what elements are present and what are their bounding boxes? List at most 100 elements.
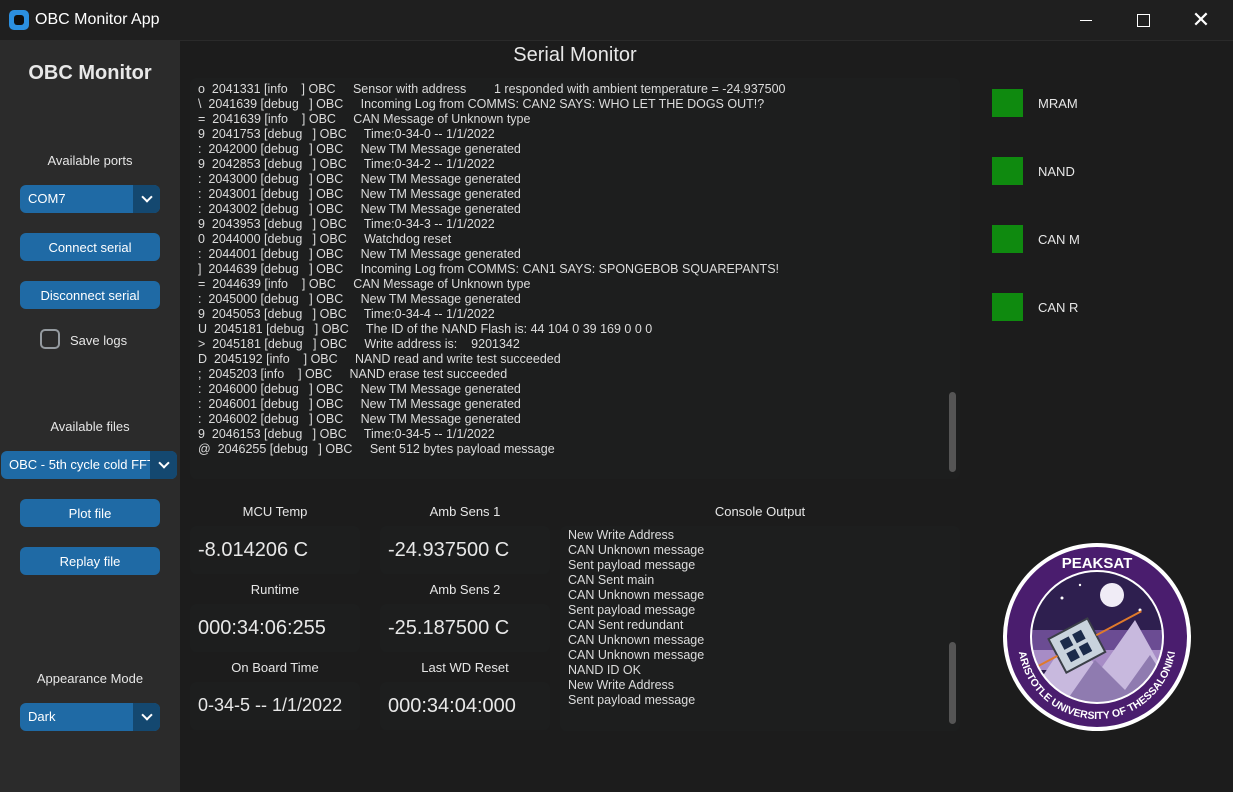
minimize-icon [1080,19,1092,21]
console-line: CAN Sent redundant [568,618,684,632]
amb-sens-1-value: -24.937500 C [388,539,510,561]
serial-log-line: ] 2044639 [debug ] OBC Incoming Log from… [198,262,780,276]
console-line: CAN Unknown message [568,648,705,662]
file-select[interactable]: OBC - 5th cycle cold FFT [1,451,177,479]
maximize-button[interactable] [1120,0,1166,40]
connect-serial-button[interactable]: Connect serial [20,233,160,261]
ports-label: Available ports [47,153,133,168]
console-line: CAN Sent main [568,573,655,587]
mcu-temp-box: -8.014206 C [190,526,360,574]
serial-log-line: > 2045181 [debug ] OBC Write address is:… [198,337,520,351]
can-r-status-indicator [992,293,1023,321]
serial-log-line: : 2043002 [debug ] OBC New TM Message ge… [198,202,521,216]
maximize-icon [1136,13,1150,27]
port-select-arrow[interactable] [133,185,160,213]
serial-log-line: = 2044639 [info ] OBC CAN Message of Unk… [198,277,531,291]
serial-log-line: 9 2045053 [debug ] OBC Time:0-34-4 -- 1/… [198,307,495,321]
chevron-down-icon [140,191,153,203]
console-output-label: Console Output [714,504,806,519]
replay-file-button[interactable]: Replay file [20,547,160,575]
title-bar: OBC Monitor App ✕ [0,0,1233,41]
last-wd-reset-label: Last WD Reset [421,660,509,675]
nand-label: NAND [1038,164,1075,179]
serial-log-line: 9 2041753 [debug ] OBC Time:0-34-0 -- 1/… [198,127,495,141]
on-board-time-value: 0-34-5 -- 1/1/2022 [198,695,343,715]
amb-sens-1-label: Amb Sens 1 [429,504,501,519]
serial-log-line: : 2046002 [debug ] OBC New TM Message ge… [198,412,521,426]
serial-log-line: : 2043000 [debug ] OBC New TM Message ge… [198,172,521,186]
console-line: Sent payload message [568,603,696,617]
serial-log-line: ; 2045203 [info ] OBC NAND erase test su… [198,367,508,381]
serial-log-line: 9 2043953 [debug ] OBC Time:0-34-3 -- 1/… [198,217,495,231]
console-scrollbar[interactable] [949,642,956,724]
close-icon: ✕ [1191,7,1211,32]
serial-log-line: = 2041639 [info ] OBC CAN Message of Unk… [198,112,531,126]
serial-log-lines: o 2041331 [info ] OBC Sensor with addres… [198,82,786,457]
serial-log-line: : 2046000 [debug ] OBC New TM Message ge… [198,382,521,396]
appearance-select[interactable]: Dark [20,703,160,731]
console-line: New Write Address [568,678,675,692]
serial-log-line: o 2041331 [info ] OBC Sensor with addres… [198,82,786,96]
minimize-button[interactable] [1063,0,1109,40]
port-select[interactable]: COM7 [20,185,160,213]
serial-log-line: \ 2041639 [debug ] OBC Incoming Log from… [198,97,765,111]
serial-log[interactable]: o 2041331 [info ] OBC Sensor with addres… [190,78,960,479]
runtime-label: Runtime [250,582,300,597]
mcu-temp-value: -8.014206 C [198,539,309,561]
console-output[interactable]: New Write Address CAN Unknown message Sent… [560,526,960,731]
plot-file-button[interactable]: Plot file [20,499,160,527]
mcu-temp-label: MCU Temp [242,504,308,519]
serial-log-line: : 2042000 [debug ] OBC New TM Message ge… [198,142,521,156]
can-m-label: CAN M [1038,232,1080,247]
save-logs-checkbox[interactable] [40,329,60,349]
console-line: Sent payload message [568,558,696,572]
nand-status-indicator [992,157,1023,185]
disconnect-serial-button[interactable]: Disconnect serial [20,281,160,309]
serial-log-line: U 2045181 [debug ] OBC The ID of the NAN… [198,322,653,336]
save-logs-label: Save logs [70,333,128,348]
console-line: NAND ID OK [568,663,641,677]
serial-log-line: 9 2042853 [debug ] OBC Time:0-34-2 -- 1/… [198,157,495,171]
serial-log-line: @ 2046255 [debug ] OBC Sent 512 bytes pa… [198,442,555,456]
appearance-select-value: Dark [28,709,56,724]
can-r-label: CAN R [1038,300,1079,315]
app-icon [9,10,29,30]
serial-log-line: 9 2046153 [debug ] OBC Time:0-34-5 -- 1/… [198,427,495,441]
peaksat-logo: PEAKSAT ARISTOTLE UNIVERSITY OF THESSALO… [1003,543,1191,731]
sidebar-title: OBC Monitor [28,62,152,84]
window-title: OBC Monitor App [35,11,160,28]
console-line: Sent payload message [568,693,696,707]
files-label: Available files [50,419,130,434]
chevron-down-icon [157,457,170,469]
on-board-time-box: 0-34-5 -- 1/1/2022 [190,682,360,730]
serial-log-line: : 2044001 [debug ] OBC New TM Message ge… [198,247,521,261]
close-button[interactable]: ✕ [1178,0,1224,40]
file-select-arrow[interactable] [150,451,177,479]
runtime-value: 000:34:06:255 [198,617,326,639]
amb-sens-1-box: -24.937500 C [380,526,550,574]
on-board-time-label: On Board Time [231,660,319,675]
logo-title: PEAKSAT [1062,555,1133,572]
serial-monitor-title: Serial Monitor [513,44,637,66]
appearance-select-arrow[interactable] [133,703,160,731]
file-select-value: OBC - 5th cycle cold FFT [9,457,155,472]
console-line: New Write Address [568,528,675,542]
mram-status-indicator [992,89,1023,117]
console-line: CAN Unknown message [568,633,705,647]
can-m-status-indicator [992,225,1023,253]
serial-log-line: : 2043001 [debug ] OBC New TM Message ge… [198,187,521,201]
console-output-lines: New Write Address CAN Unknown message Sent… [568,528,704,708]
serial-log-line: D 2045192 [info ] OBC NAND read and writ… [198,352,561,366]
runtime-box: 000:34:06:255 [190,604,360,652]
chevron-down-icon [140,709,153,721]
port-select-value: COM7 [28,191,66,206]
last-wd-reset-value: 000:34:04:000 [388,695,516,717]
last-wd-reset-box: 000:34:04:000 [380,682,550,730]
console-line: CAN Unknown message [568,543,705,557]
serial-log-scrollbar[interactable] [949,392,956,472]
amb-sens-2-box: -25.187500 C [380,604,550,652]
serial-log-line: : 2045000 [debug ] OBC New TM Message ge… [198,292,521,306]
appearance-label: Appearance Mode [36,671,144,686]
serial-log-line: 0 2044000 [debug ] OBC Watchdog reset [198,232,452,246]
serial-log-line: : 2046001 [debug ] OBC New TM Message ge… [198,397,521,411]
